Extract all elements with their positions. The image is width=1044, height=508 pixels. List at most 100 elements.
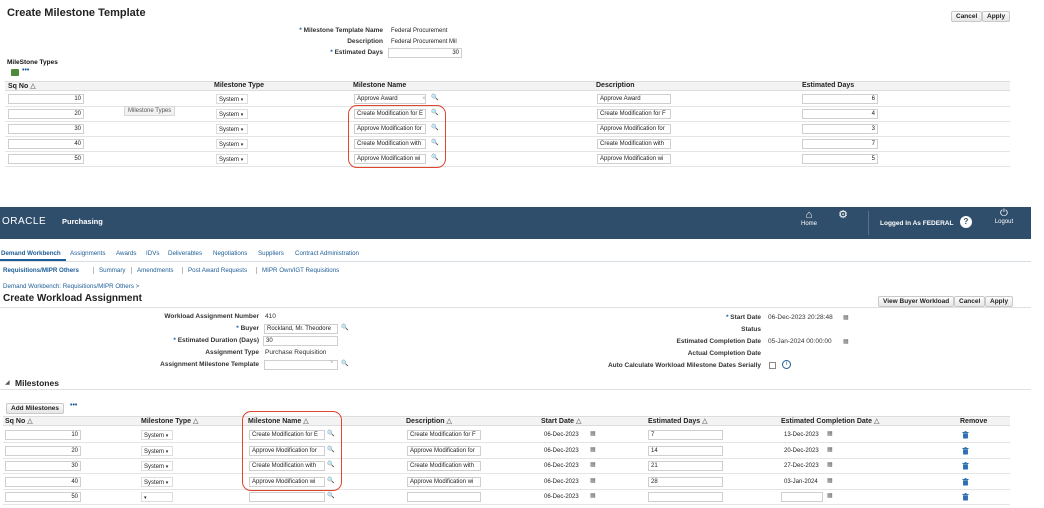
completion-date-field[interactable]: [781, 492, 823, 502]
auto-calc-checkbox[interactable]: [769, 362, 776, 369]
start-date-value[interactable]: 06-Dec-2023 20:28:48: [768, 314, 833, 321]
milestone-type-select[interactable]: System ▾: [141, 446, 173, 456]
estimated-days-field[interactable]: 28: [648, 477, 723, 487]
estimated-days-field[interactable]: 14: [648, 446, 723, 456]
logout-button[interactable]: ⏻ Logout: [992, 208, 1016, 225]
clear-icon[interactable]: ×: [422, 96, 426, 102]
trash-icon[interactable]: [962, 431, 969, 439]
add-row-icon[interactable]: [11, 69, 19, 76]
sq-no-field[interactable]: 30: [8, 124, 84, 134]
sq-no-field[interactable]: 50: [5, 492, 81, 502]
calendar-icon[interactable]: ▦: [843, 338, 849, 345]
col-sq-no[interactable]: Sq No △: [5, 417, 33, 425]
description-field[interactable]: Federal Procurement Mil: [388, 37, 462, 47]
milestone-type-select[interactable]: System ▾: [141, 430, 173, 440]
calendar-icon[interactable]: ▦: [590, 446, 596, 453]
col-description[interactable]: Description △: [406, 417, 452, 425]
start-date-field[interactable]: 06-Dec-2023: [541, 461, 587, 471]
milestone-type-select[interactable]: System ▾: [216, 154, 248, 164]
col-milestone-type[interactable]: Milestone Type: [214, 82, 264, 89]
start-date-field[interactable]: 06-Dec-2023: [541, 477, 587, 487]
milestone-type-select[interactable]: ▾: [141, 492, 173, 502]
view-buyer-workload-button[interactable]: View Buyer Workload: [878, 296, 955, 307]
help-icon[interactable]: ?: [960, 216, 972, 228]
trash-icon[interactable]: [962, 478, 969, 486]
description-field[interactable]: Approve Award: [597, 94, 671, 104]
col-estimated-days[interactable]: Estimated Days △: [648, 417, 707, 425]
cancel-button[interactable]: Cancel: [954, 296, 986, 307]
more-actions-icon[interactable]: •••: [70, 402, 77, 409]
description-field[interactable]: Create Modification with: [407, 461, 481, 471]
estimated-days-field[interactable]: 7: [648, 430, 723, 440]
home-button[interactable]: ⌂ Home: [798, 209, 820, 227]
tab-idvs[interactable]: IDVs: [146, 250, 159, 257]
milestone-type-select[interactable]: System ▾: [216, 124, 248, 134]
estimated-days-field[interactable]: 3: [802, 124, 878, 134]
search-icon[interactable]: 🔍: [431, 94, 438, 101]
sq-no-field[interactable]: 10: [8, 94, 84, 104]
sq-no-field[interactable]: 40: [8, 139, 84, 149]
milestone-type-select[interactable]: System ▾: [141, 461, 173, 471]
calendar-icon[interactable]: ▦: [590, 477, 596, 484]
col-description[interactable]: Description: [596, 82, 635, 89]
trash-icon[interactable]: [962, 447, 969, 455]
estimated-days-field[interactable]: 7: [802, 139, 878, 149]
more-actions-icon[interactable]: •••: [22, 67, 29, 74]
tab-demand-workbench[interactable]: Demand Workbench: [1, 250, 61, 257]
completion-date-field[interactable]: 13-Dec-2023: [781, 430, 823, 440]
calendar-icon[interactable]: ▦: [827, 492, 833, 499]
trash-icon[interactable]: [962, 493, 969, 501]
milestone-name-field[interactable]: Approve Award: [354, 94, 426, 104]
milestone-type-select[interactable]: System ▾: [216, 94, 248, 104]
col-completion-date[interactable]: Estimated Completion Date △: [781, 417, 879, 425]
col-start-date[interactable]: Start Date △: [541, 417, 581, 425]
subtab-amendments[interactable]: Amendments: [137, 267, 173, 274]
tab-assignments[interactable]: Assignments: [70, 250, 105, 257]
apply-button[interactable]: Apply: [982, 11, 1011, 22]
description-field[interactable]: Create Modification for F: [597, 109, 671, 119]
duration-field[interactable]: 30: [263, 336, 338, 346]
template-name-field[interactable]: Federal Procurement: [388, 26, 462, 36]
col-milestone-type[interactable]: Milestone Type △: [141, 417, 198, 425]
start-date-field[interactable]: 06-Dec-2023: [541, 430, 587, 440]
tab-negotiations[interactable]: Negotiations: [213, 250, 247, 257]
col-milestone-name[interactable]: Milestone Name: [353, 82, 406, 89]
description-field[interactable]: Approve Modification wi: [597, 154, 671, 164]
cancel-button[interactable]: Cancel: [951, 11, 983, 22]
clear-icon[interactable]: ×: [330, 360, 334, 366]
description-field[interactable]: Create Modification with: [597, 139, 671, 149]
tab-suppliers[interactable]: Suppliers: [258, 250, 284, 257]
estimated-days-field[interactable]: 5: [802, 154, 878, 164]
tab-contract-administration[interactable]: Contract Administration: [295, 250, 359, 257]
tab-deliverables[interactable]: Deliverables: [168, 250, 202, 257]
sq-no-field[interactable]: 40: [5, 477, 81, 487]
search-icon[interactable]: 🔍: [341, 324, 348, 331]
description-field[interactable]: [407, 492, 481, 502]
sq-no-field[interactable]: 20: [8, 109, 84, 119]
description-field[interactable]: Approve Modification for: [597, 124, 671, 134]
add-milestones-button[interactable]: Add Milestones: [6, 403, 65, 414]
description-field[interactable]: Create Modification for F: [407, 430, 481, 440]
estimated-days-field[interactable]: 30: [388, 48, 462, 58]
milestone-type-select[interactable]: System ▾: [141, 477, 173, 487]
calendar-icon[interactable]: ▦: [590, 430, 596, 437]
tab-awards[interactable]: Awards: [116, 250, 137, 257]
sq-no-field[interactable]: 50: [8, 154, 84, 164]
milestone-type-select[interactable]: System ▾: [216, 109, 248, 119]
breadcrumb[interactable]: Demand Workbench: Requisitions/MIPR Othe…: [3, 283, 139, 290]
gear-icon[interactable]: ⚙: [836, 208, 850, 221]
estimated-days-field[interactable]: [648, 492, 723, 502]
sq-no-field[interactable]: 20: [5, 446, 81, 456]
milestone-name-field[interactable]: [249, 492, 325, 502]
estimated-days-field[interactable]: 21: [648, 461, 723, 471]
calendar-icon[interactable]: ▦: [590, 461, 596, 468]
subtab-post-award[interactable]: Post Award Requests: [188, 267, 247, 274]
calendar-icon[interactable]: ▦: [590, 492, 596, 499]
col-estimated-days[interactable]: Estimated Days: [802, 82, 854, 89]
description-field[interactable]: Approve Modification wi: [407, 477, 481, 487]
sq-no-field[interactable]: 10: [5, 430, 81, 440]
buyer-field[interactable]: Rockland, Mr. Theodore: [264, 324, 338, 334]
apply-button[interactable]: Apply: [985, 296, 1014, 307]
col-sq-no[interactable]: Sq No △: [8, 82, 36, 90]
calendar-icon[interactable]: ▦: [827, 461, 833, 468]
